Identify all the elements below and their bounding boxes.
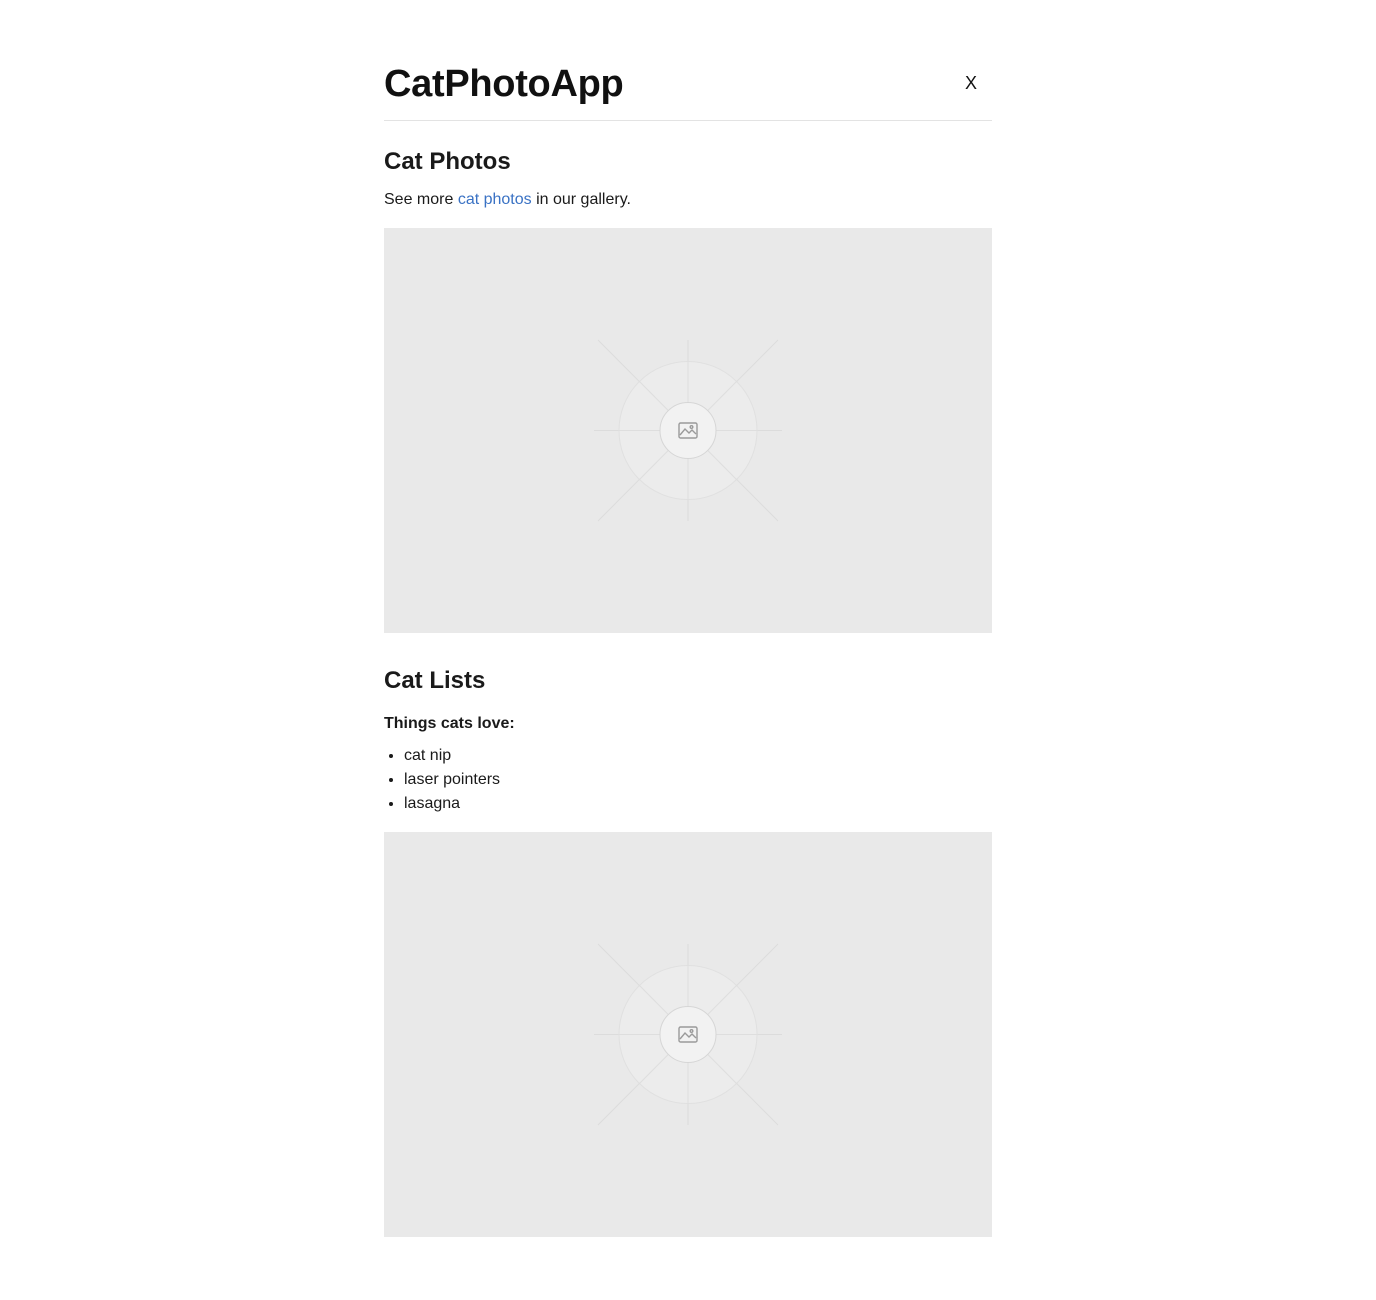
intro-text-before: See more	[384, 191, 458, 208]
app-title: CatPhotoApp	[384, 63, 624, 105]
image-placeholder-graphic	[594, 943, 782, 1126]
image-placeholder-graphic	[594, 339, 782, 522]
cat-lists-heading: Cat Lists	[384, 667, 486, 694]
app-header: CatPhotoApp X	[384, 60, 992, 121]
cat-lists-section: Cat Lists Things cats love: cat nip lase…	[384, 666, 992, 1237]
gallery-intro-text: See more cat photos in our gallery.	[384, 189, 992, 211]
cat-photos-section: Cat Photos See more cat photos in our ga…	[384, 147, 992, 633]
list-item: laser pointers	[404, 768, 992, 792]
cat-photo-image	[384, 228, 992, 633]
close-button[interactable]: X	[965, 71, 977, 95]
list-item: cat nip	[404, 744, 992, 768]
cat-photos-link[interactable]: cat photos	[458, 191, 532, 208]
cat-photos-heading: Cat Photos	[384, 148, 511, 175]
page: CatPhotoApp X Cat Photos See more cat ph…	[384, 0, 992, 1237]
cat-list-image	[384, 832, 992, 1237]
list-item: lasagna	[404, 792, 992, 816]
things-cats-love-caption: Things cats love:	[384, 715, 515, 732]
intro-text-after: in our gallery.	[531, 191, 631, 208]
things-cats-love-list: cat nip laser pointers lasagna	[384, 744, 992, 816]
